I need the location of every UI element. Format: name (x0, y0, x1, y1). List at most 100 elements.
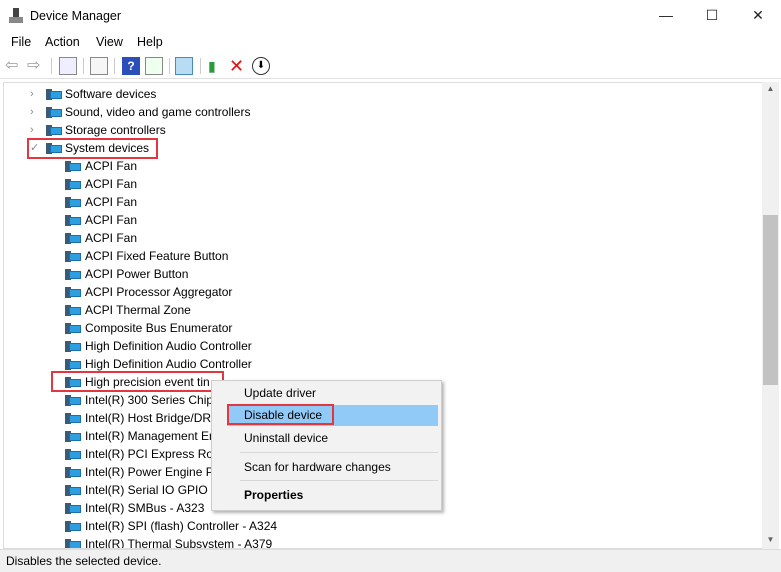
chevron-right-icon[interactable]: › (30, 85, 40, 103)
download-icon[interactable]: ⬇ (252, 57, 270, 75)
system-device-icon (65, 178, 81, 190)
system-device-icon (65, 268, 81, 280)
system-device-icon (65, 484, 81, 496)
menu-properties[interactable]: Properties (244, 488, 303, 502)
forward-icon[interactable]: ⇨ (27, 57, 45, 75)
device-label: Intel(R) Serial IO GPIO H (85, 483, 220, 497)
system-device-icon (65, 466, 81, 478)
scroll-down-arrow[interactable]: ▼ (762, 535, 779, 544)
run-icon[interactable] (145, 57, 163, 75)
device-label: Intel(R) PCI Express Roo (85, 447, 220, 461)
system-device-icon (65, 160, 81, 172)
properties-icon[interactable] (90, 57, 108, 75)
device-label: High Definition Audio Controller (85, 339, 252, 353)
device-label: ACPI Fan (85, 231, 138, 245)
device-label: Intel(R) Thermal Subsystem - A379 (85, 537, 273, 549)
menu-file[interactable]: File (11, 35, 31, 49)
device-label: Intel(R) Management Er (85, 429, 214, 443)
menu-uninstall-device[interactable]: Uninstall device (244, 431, 328, 445)
scan-hardware-icon[interactable] (175, 57, 193, 75)
device-label: Composite Bus Enumerator (85, 321, 233, 335)
tree-device[interactable]: ACPI Fan (4, 157, 744, 175)
tree-device[interactable]: ACPI Fan (4, 175, 744, 193)
menu-view[interactable]: View (96, 35, 123, 49)
tree-category[interactable]: › Storage controllers (4, 121, 744, 139)
menu-scan-hardware[interactable]: Scan for hardware changes (244, 460, 391, 474)
console-tree-icon[interactable] (59, 57, 77, 75)
category-icon (46, 124, 62, 136)
tree-device[interactable]: High Definition Audio Controller (4, 337, 744, 355)
category-label: Software devices (65, 87, 157, 101)
tree-device[interactable]: ACPI Fixed Feature Button (4, 247, 744, 265)
status-bar: Disables the selected device. (0, 549, 781, 572)
device-label: Intel(R) Host Bridge/DR/ (85, 411, 215, 425)
device-label: ACPI Processor Aggregator (85, 285, 233, 299)
device-label: Intel(R) Power Engine Pl (85, 465, 217, 479)
system-device-icon (65, 520, 81, 532)
title-bar: Device Manager — ☐ ✕ (0, 0, 781, 32)
tree-device[interactable]: ACPI Fan (4, 229, 744, 247)
uninstall-icon[interactable]: ✕ (229, 57, 247, 75)
device-label: ACPI Fan (85, 159, 138, 173)
system-device-icon (65, 412, 81, 424)
system-device-icon (65, 358, 81, 370)
menu-bar: File Action View Help (0, 32, 781, 52)
device-label: Intel(R) 300 Series Chips (85, 393, 220, 407)
close-button[interactable]: ✕ (735, 0, 781, 32)
device-label: Intel(R) SPI (flash) Controller - A324 (85, 519, 278, 533)
system-device-icon (65, 304, 81, 316)
tree-device[interactable]: ACPI Fan (4, 211, 744, 229)
system-device-icon (65, 394, 81, 406)
system-device-icon (65, 448, 81, 460)
system-device-icon (65, 250, 81, 262)
system-device-icon (65, 538, 81, 548)
device-label: ACPI Power Button (85, 267, 189, 281)
tree-device[interactable]: ACPI Fan (4, 193, 744, 211)
window-title: Device Manager (30, 9, 122, 23)
scroll-up-arrow[interactable]: ▲ (762, 84, 779, 93)
device-label: ACPI Fan (85, 213, 138, 227)
system-device-icon (65, 340, 81, 352)
system-device-icon (65, 430, 81, 442)
device-label: Intel(R) SMBus - A323 (85, 501, 205, 515)
tree-device[interactable]: ACPI Thermal Zone (4, 301, 744, 319)
tree-device[interactable]: Composite Bus Enumerator (4, 319, 744, 337)
chevron-right-icon[interactable]: › (30, 103, 40, 121)
tree-device[interactable]: ACPI Processor Aggregator (4, 283, 744, 301)
device-label: ACPI Fan (85, 195, 138, 209)
system-device-icon (65, 196, 81, 208)
back-icon[interactable]: ⇦ (5, 57, 23, 75)
system-device-icon (65, 214, 81, 226)
update-driver-icon[interactable]: ▮ (208, 57, 226, 75)
chevron-right-icon[interactable]: › (30, 121, 40, 139)
minimize-button[interactable]: — (643, 0, 689, 32)
device-label: ACPI Fixed Feature Button (85, 249, 229, 263)
category-icon (46, 106, 62, 118)
highlight-hpet (51, 371, 224, 392)
menu-update-driver[interactable]: Update driver (244, 386, 316, 400)
category-icon (46, 88, 62, 100)
tree-device[interactable]: Intel(R) Thermal Subsystem - A379 (4, 535, 744, 549)
tree-device[interactable]: Intel(R) SPI (flash) Controller - A324 (4, 517, 744, 535)
system-device-icon (65, 232, 81, 244)
category-label: Sound, video and game controllers (65, 105, 251, 119)
help-icon[interactable]: ? (122, 57, 140, 75)
device-label: ACPI Thermal Zone (85, 303, 191, 317)
menu-action[interactable]: Action (45, 35, 80, 49)
maximize-button[interactable]: ☐ (689, 0, 735, 32)
toolbar: ⇦ ⇨ ? ▮ ✕ ⬇ (0, 53, 781, 79)
tree-category[interactable]: › Sound, video and game controllers (4, 103, 744, 121)
menu-disable-label[interactable]: Disable device (244, 408, 322, 422)
menu-help[interactable]: Help (137, 35, 163, 49)
system-device-icon (65, 502, 81, 514)
context-menu: Update driver Disable device Uninstall d… (211, 380, 442, 511)
system-device-icon (65, 286, 81, 298)
scrollbar-thumb[interactable] (763, 215, 778, 385)
tree-device[interactable]: ACPI Power Button (4, 265, 744, 283)
device-label: ACPI Fan (85, 177, 138, 191)
category-label: Storage controllers (65, 123, 166, 137)
highlight-system-devices (27, 138, 158, 159)
device-manager-icon (9, 8, 23, 24)
tree-category[interactable]: › Software devices (4, 85, 744, 103)
system-device-icon (65, 322, 81, 334)
